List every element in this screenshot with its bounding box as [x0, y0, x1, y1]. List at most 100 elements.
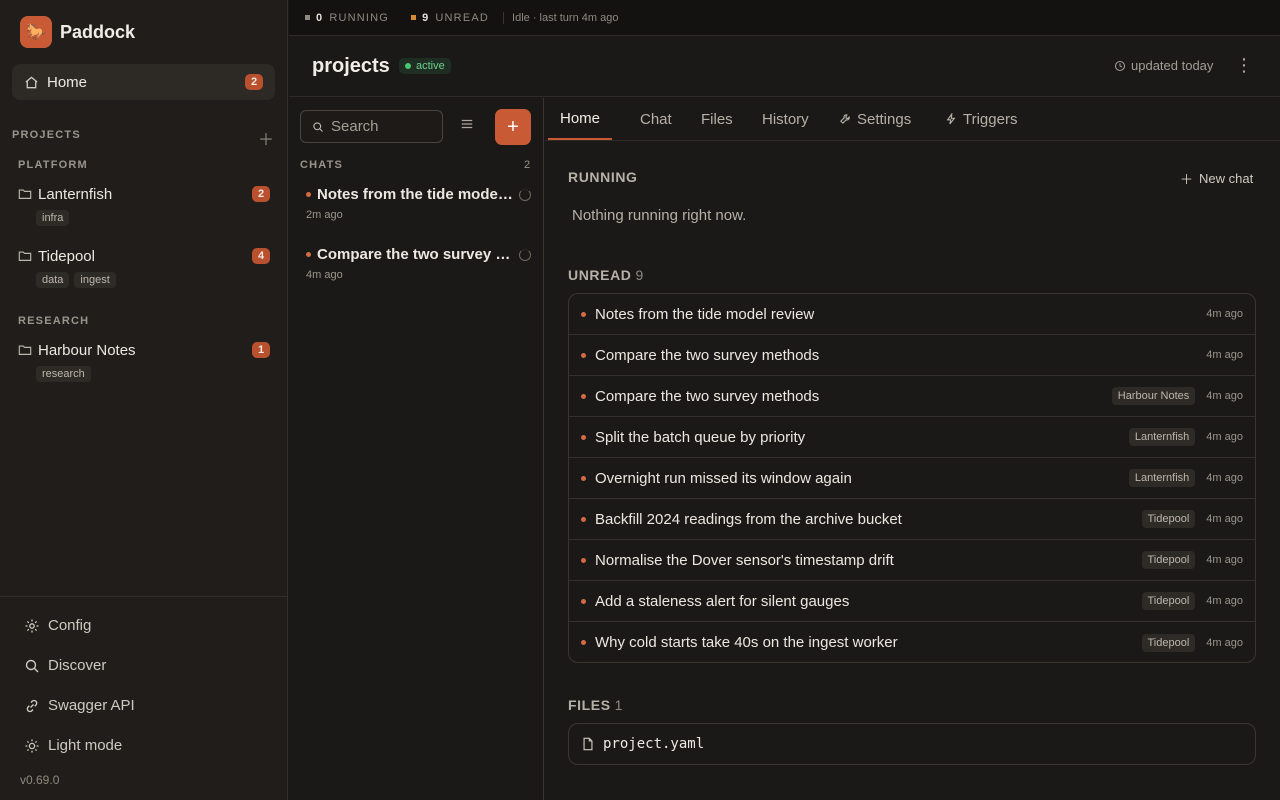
folder-icon — [18, 189, 32, 199]
new-chat-button[interactable]: + — [495, 109, 531, 145]
sidebar-item-swagger-api[interactable]: Swagger API — [24, 697, 135, 714]
group-label-research: RESEARCH — [18, 315, 90, 327]
unread-title: Split the batch queue by priority — [595, 428, 806, 446]
running-status[interactable]: 0 RUNNING — [305, 12, 389, 24]
unread-time: 4m ago — [1206, 349, 1243, 361]
project-chip: Lanternfish — [1128, 428, 1196, 446]
unread-row[interactable]: Split the batch queue by priority Lantern… — [569, 417, 1255, 458]
unread-time: 4m ago — [1206, 513, 1243, 525]
unread-row[interactable]: Add a staleness alert for silent gauges T… — [569, 581, 1255, 622]
sidebar-footer — [0, 596, 287, 597]
unread-dot-icon — [581, 516, 586, 522]
loading-spinner-icon — [519, 248, 531, 261]
unread-dot-icon — [581, 640, 586, 645]
page-title: projects — [312, 55, 390, 77]
sidebar-item-config[interactable]: Config — [24, 617, 91, 634]
unread-dot-icon — [581, 352, 586, 358]
search-input[interactable] — [331, 118, 431, 135]
project-chip: Tidepool — [1141, 551, 1196, 569]
project-tag: research — [36, 366, 91, 382]
unread-badge: 1 — [252, 342, 270, 358]
tab-triggers[interactable]: Triggers — [945, 98, 1017, 140]
project-chip: Harbour Notes — [1111, 387, 1196, 405]
project-lanternfish[interactable]: Lanternfish 2 infra — [18, 184, 270, 226]
unread-dot-icon — [581, 557, 586, 563]
tab-label: Files — [701, 110, 733, 128]
section-count: 1 — [614, 697, 624, 713]
add-project-button[interactable]: ＋ — [258, 126, 274, 150]
link-icon — [26, 699, 38, 712]
bolt-icon — [946, 113, 956, 125]
unread-time: 4m ago — [1206, 636, 1243, 649]
tab-history[interactable]: History — [762, 98, 809, 140]
unread-dot-icon — [581, 598, 586, 604]
status-label: active — [416, 60, 445, 72]
search-icon — [25, 659, 39, 672]
filter-button[interactable] — [460, 117, 474, 134]
unread-badge: 2 — [245, 74, 263, 90]
unread-status[interactable]: 9 UNREAD — [411, 12, 489, 24]
gear-icon — [25, 619, 39, 632]
chat-item[interactable]: Compare the two survey methods 4m ago — [306, 246, 531, 281]
unread-title: Add a staleness alert for silent gauges — [595, 592, 850, 610]
chat-item[interactable]: Notes from the tide model review 2m ago — [306, 186, 531, 221]
idle-status: Idle · last turn 4m ago — [503, 11, 618, 24]
unread-time: 4m ago — [1206, 308, 1243, 320]
wrench-icon — [840, 114, 850, 124]
sidebar-item-light-mode[interactable]: Light mode — [24, 737, 122, 754]
new-chat-label: New chat — [1199, 171, 1254, 186]
unread-row[interactable]: Normalise the Dover sensor's timestamp d… — [569, 540, 1255, 581]
section-label: RUNNING — [568, 169, 638, 185]
more-options-icon[interactable]: ⋮ — [1235, 55, 1253, 76]
group-label-platform: PLATFORM — [18, 159, 88, 171]
running-section-title: RUNNING — [568, 169, 638, 185]
folder-icon — [18, 345, 32, 355]
search-box[interactable] — [300, 110, 443, 143]
loading-spinner-icon — [519, 188, 531, 201]
project-chip: Tidepool — [1141, 633, 1196, 652]
unread-row[interactable]: Overnight run missed its window again Lan… — [569, 458, 1255, 499]
unread-dot-icon — [306, 192, 311, 197]
unread-dot-icon — [581, 475, 586, 481]
unread-title: Normalise the Dover sensor's timestamp d… — [595, 551, 894, 569]
unread-badge: 4 — [252, 248, 270, 264]
project-header: projects active updated today ⋮ — [289, 37, 1280, 97]
running-indicator-icon — [305, 15, 310, 20]
file-item[interactable]: project.yaml — [568, 723, 1256, 765]
tab-chat[interactable]: Chat — [640, 98, 672, 140]
unread-row[interactable]: Compare the two survey methods 4m ago — [569, 335, 1255, 376]
unread-badge: 2 — [252, 186, 270, 202]
tab-label: History — [762, 110, 809, 128]
running-count: 0 — [316, 11, 324, 24]
folder-icon — [18, 251, 32, 261]
project-tidepool[interactable]: Tidepool 4 data ingest — [18, 246, 270, 288]
tab-settings[interactable]: Settings — [839, 98, 911, 140]
tab-label: Chat — [640, 110, 672, 128]
unread-title: Backfill 2024 readings from the archive … — [595, 510, 902, 528]
chats-panel: + CHATS 2 Notes from the tide model revi… — [289, 98, 544, 800]
unread-time: 4m ago — [1206, 431, 1243, 443]
unread-label: UNREAD — [435, 11, 490, 24]
brand[interactable]: 🐎 Paddock — [20, 16, 135, 48]
sidebar: 🐎 Paddock Home 2 PROJECTS ＋ PLATFORM Lan… — [0, 0, 288, 800]
unread-title: Why cold starts take 40s on the ingest w… — [595, 634, 898, 651]
unread-row[interactable]: Backfill 2024 readings from the archive … — [569, 499, 1255, 540]
chat-title: Compare the two survey methods — [317, 246, 513, 263]
running-label: RUNNING — [329, 11, 390, 24]
new-chat-link[interactable]: ＋ New chat — [1180, 169, 1253, 188]
list-icon — [461, 119, 473, 129]
project-chip: Lanternfish — [1128, 469, 1196, 487]
tab-files[interactable]: Files — [701, 98, 733, 140]
unread-row[interactable]: Why cold starts take 40s on the ingest w… — [569, 622, 1255, 662]
unread-row[interactable]: Notes from the tide model review 4m ago — [569, 294, 1255, 335]
unread-row[interactable]: Compare the two survey methods Harbour No… — [569, 376, 1255, 417]
tab-home[interactable]: Home — [548, 98, 613, 140]
sidebar-item-discover[interactable]: Discover — [24, 657, 106, 674]
sidebar-item-home[interactable]: Home 2 — [12, 64, 275, 100]
tab-label: Settings — [857, 110, 912, 128]
chats-section-label: CHATS — [300, 159, 344, 171]
project-name: Lanternfish — [38, 185, 113, 203]
project-harbour-notes[interactable]: Harbour Notes 1 research — [18, 340, 270, 382]
horse-icon: 🐎 — [20, 16, 52, 48]
chat-time: 4m ago — [306, 269, 343, 281]
